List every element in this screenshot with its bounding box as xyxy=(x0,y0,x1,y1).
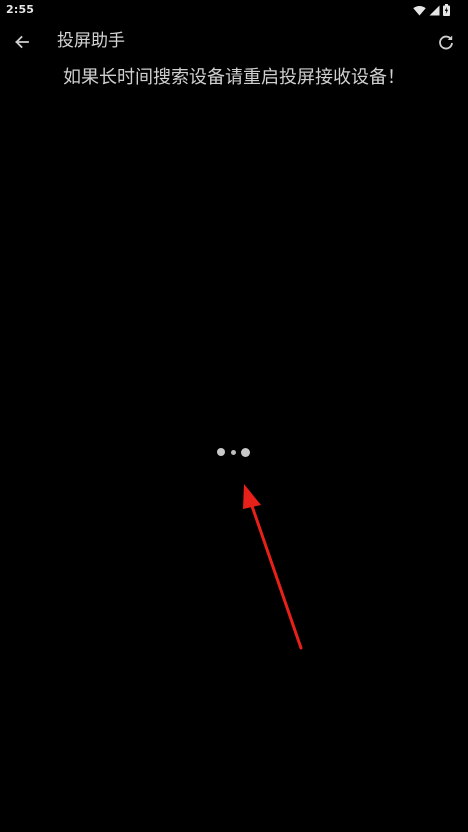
search-hint-text: 如果长时间搜索设备请重启投屏接收设备！ xyxy=(63,67,405,88)
battery-icon xyxy=(443,4,450,16)
status-time: 2:55 xyxy=(6,3,35,16)
app-bar: 投屏助手 xyxy=(0,22,468,60)
status-bar: 2:55 xyxy=(0,0,468,20)
wifi-icon xyxy=(413,5,426,15)
cellular-signal-icon xyxy=(429,5,440,15)
loading-indicator xyxy=(214,446,254,460)
refresh-icon xyxy=(439,35,453,50)
refresh-button[interactable] xyxy=(434,30,458,54)
annotation-arrow-icon xyxy=(243,484,303,650)
loading-dot xyxy=(241,448,250,457)
loading-dot xyxy=(231,450,236,455)
back-button[interactable] xyxy=(10,30,34,54)
arrow-left-icon xyxy=(15,35,29,49)
page-title: 投屏助手 xyxy=(57,31,125,51)
status-icons xyxy=(413,3,450,17)
loading-dot xyxy=(217,448,225,456)
